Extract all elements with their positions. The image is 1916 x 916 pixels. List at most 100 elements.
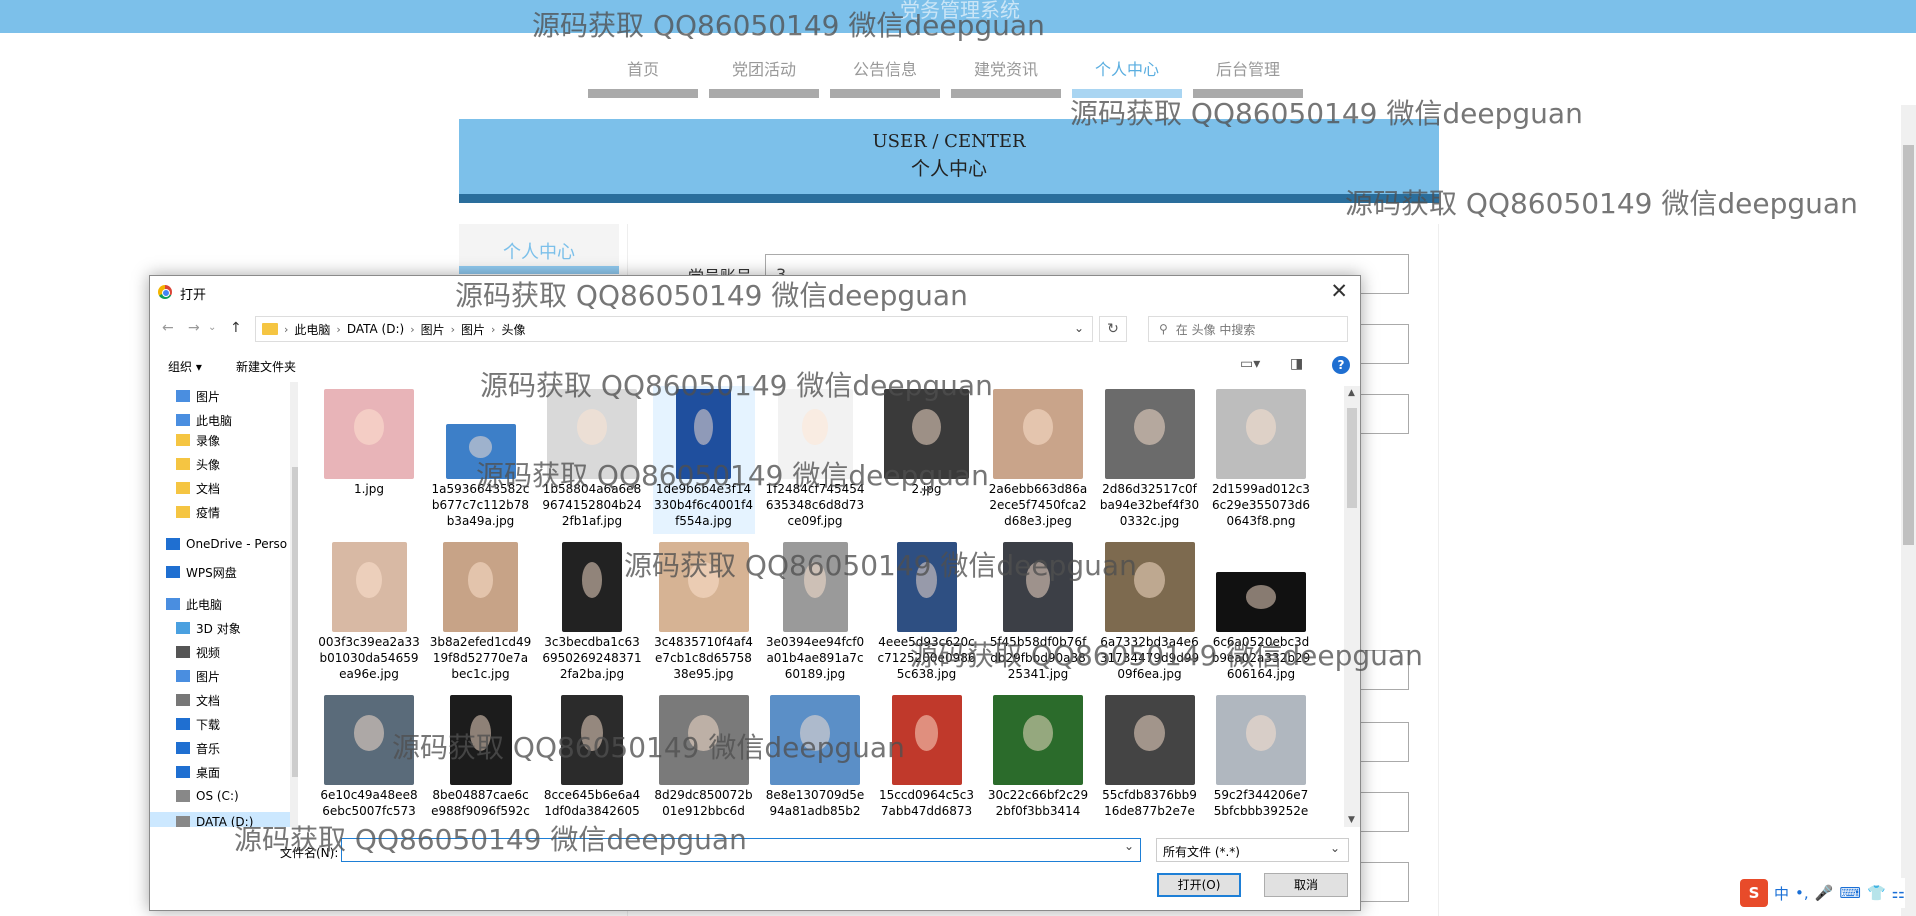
help-icon[interactable]: ? — [1332, 356, 1350, 374]
navpane-item[interactable]: 图片 — [176, 386, 220, 406]
navpane-item[interactable]: 录像 — [176, 430, 220, 450]
navpane-item[interactable]: 此电脑 — [176, 410, 232, 430]
navpane-item[interactable]: 此电脑 — [166, 594, 222, 614]
ime-mic-icon[interactable]: 🎤 — [1815, 884, 1834, 902]
sidebar-item-user-center[interactable]: 个人中心 — [459, 224, 619, 274]
navpane-item[interactable]: OneDrive - Perso — [166, 534, 287, 554]
nav-item-news[interactable]: 建党资讯 — [951, 56, 1061, 98]
file-item[interactable]: 5f45b58df0b76fdb29fbbd90a3825341.jpg — [987, 539, 1089, 687]
file-item[interactable]: 55cfdb8376bb916de877b2e7e — [1099, 692, 1201, 827]
file-item[interactable]: 8be04887cae6ce988f9096f592c — [430, 692, 532, 827]
file-item[interactable]: 2a6ebb663d86a2ece5f7450fca2d68e3.jpeg — [987, 386, 1089, 534]
navpane-item[interactable]: 图片 — [176, 666, 220, 686]
nav-item-notices[interactable]: 公告信息 — [830, 56, 940, 98]
file-thumbnail — [324, 542, 414, 632]
navpane-item[interactable]: 桌面 — [176, 762, 220, 782]
file-item[interactable]: 3b8a2efed1cd4919f8d52770e7abec1c.jpg — [430, 539, 532, 687]
file-item[interactable]: 1a5936643582cb677c7c112b78b3a49a.jpg — [430, 386, 532, 534]
nav-item-admin[interactable]: 后台管理 — [1193, 56, 1303, 98]
navpane-item[interactable]: 音乐 — [176, 738, 220, 758]
file-item[interactable]: 2.jpg — [876, 386, 978, 534]
filename-input[interactable] — [341, 838, 1141, 862]
file-item[interactable]: 3c3becdba1c636950269248371 2fa2ba.jpg — [541, 539, 643, 687]
file-grid-scrollbar-thumb[interactable] — [1347, 408, 1357, 508]
navpane-item[interactable]: 3D 对象 — [176, 618, 241, 638]
recent-dropdown-icon[interactable]: ⌄ — [208, 322, 216, 333]
navpane-scrollbar-thumb[interactable] — [292, 467, 298, 777]
file-item[interactable]: 15ccd0964c5c37abb47dd6873 — [876, 692, 978, 827]
image-icon — [1003, 542, 1073, 632]
nav-item-user-center[interactable]: 个人中心 — [1072, 56, 1182, 98]
filetype-select[interactable]: 所有文件 (*.*) — [1156, 838, 1349, 862]
organize-button[interactable]: 组织 ▾ — [168, 358, 202, 375]
file-name: 1f2484cf745454635348c6d8d73ce09f.jpg — [765, 482, 865, 528]
ime-tools-icon[interactable]: ⚏ — [1892, 884, 1905, 902]
file-item[interactable]: 3e0394ee94fcf0a01b4ae891a7c60189.jpg — [764, 539, 866, 687]
ime-chinese-icon[interactable]: 中 — [1774, 883, 1789, 904]
file-item[interactable]: 1de9b6b4e3f14330b4f6c4001f4f554a.jpg — [652, 386, 755, 534]
scroll-up-icon[interactable]: ▲ — [1348, 388, 1355, 398]
scroll-down-icon[interactable]: ▼ — [1348, 815, 1355, 825]
file-item[interactable]: 8e8e130709d5e94a81adb85b2 — [764, 692, 866, 827]
file-item[interactable]: 1.jpg — [318, 386, 420, 534]
address-bar[interactable]: › 此电脑 › DATA (D:) › 图片 › 图片 › 头像 ⌄ — [255, 316, 1093, 342]
breadcrumb-item[interactable]: 此电脑 — [294, 321, 330, 338]
file-item[interactable]: 2d1599ad012c36c29e355073d60643f8.png — [1210, 386, 1312, 534]
navpane-scrollbar[interactable] — [290, 382, 298, 827]
ime-keyboard-icon[interactable]: ⌨ — [1839, 884, 1861, 902]
search-input[interactable]: ⚲ 在 头像 中搜索 — [1148, 316, 1348, 342]
file-item[interactable]: 1b58804a6a6e89674152804b242fb1af.jpg — [541, 386, 643, 534]
ime-punct-icon[interactable]: •, — [1795, 884, 1809, 902]
file-item[interactable]: 3c4835710f4af4e7cb1c8d6575838e95.jpg — [653, 539, 755, 687]
file-item[interactable]: 59c2f344206e75bfcbbb39252e — [1210, 692, 1312, 827]
nav-item-activities[interactable]: 党团活动 — [709, 56, 819, 98]
navpane-item[interactable]: 下载 — [176, 714, 220, 734]
open-button[interactable]: 打开(O) — [1157, 873, 1241, 897]
nav-item-home[interactable]: 首页 — [588, 56, 698, 98]
navpane-item[interactable]: 文档 — [176, 478, 220, 498]
file-grid-scrollbar[interactable]: ▲ ▼ — [1344, 386, 1360, 827]
file-item[interactable]: 1f2484cf745454635348c6d8d73ce09f.jpg — [764, 386, 866, 534]
breadcrumb-item[interactable]: 图片 — [461, 321, 485, 338]
breadcrumb-item[interactable]: 头像 — [501, 321, 525, 338]
navpane-item[interactable]: OS (C:) — [176, 786, 239, 806]
breadcrumb-item[interactable]: 图片 — [421, 321, 445, 338]
preview-pane-icon[interactable]: ◨ — [1290, 356, 1303, 372]
breadcrumb-item[interactable]: DATA (D:) — [347, 322, 404, 336]
cancel-button[interactable]: 取消 — [1264, 873, 1348, 897]
file-item[interactable]: 30c22c66bf2c292bf0f3bb3414 — [987, 692, 1089, 827]
file-item[interactable]: 003f3c39ea2a33b01030da54659ea96e.jpg — [318, 539, 420, 687]
up-icon[interactable]: ↑ — [230, 320, 242, 336]
forward-icon[interactable]: → — [188, 320, 200, 336]
refresh-icon[interactable]: ↻ — [1099, 316, 1127, 342]
back-icon[interactable]: ← — [162, 320, 174, 336]
file-name: 1a5936643582cb677c7c112b78b3a49a.jpg — [431, 482, 530, 528]
ime-toolbar[interactable]: S 中 •, 🎤 ⌨ 👕 ⚏ — [1740, 878, 1906, 908]
3d-icon — [176, 622, 190, 634]
file-item[interactable]: 4eee5d93c620cc7125200e09865c638.jpg — [876, 539, 978, 687]
navpane-item[interactable]: 视频 — [176, 642, 220, 662]
file-item[interactable]: 8cce645b6e6a41df0da3842605 — [541, 692, 643, 827]
page-scrollbar-thumb[interactable] — [1903, 145, 1914, 545]
dialog-titlebar[interactable]: 打开 ✕ — [150, 276, 1360, 308]
page-scrollbar[interactable] — [1901, 105, 1916, 916]
chevron-down-icon[interactable]: ⌄ — [1074, 321, 1084, 335]
navpane-item[interactable]: 文档 — [176, 690, 220, 710]
file-item[interactable]: 6e10c49a48ee86ebc5007fc573 — [318, 692, 420, 827]
new-folder-button[interactable]: 新建文件夹 — [236, 358, 296, 375]
close-icon[interactable]: ✕ — [1330, 279, 1348, 303]
view-options-icon[interactable]: ▭▾ — [1240, 356, 1260, 372]
file-item[interactable]: 8d29dc850072b01e912bbc6d — [653, 692, 755, 827]
app-root: { "app": {"title": "党务管理系统"}, "nav": [ {… — [0, 0, 1916, 916]
chevron-right-icon: › — [491, 322, 496, 336]
file-name: 3e0394ee94fcf0a01b4ae891a7c60189.jpg — [765, 635, 865, 681]
file-item[interactable]: 6c6a0520ebc3db9ea02a332b29606164.jpg — [1210, 539, 1312, 687]
navpane-item[interactable]: 疫情 — [176, 502, 220, 522]
navpane-item[interactable]: 头像 — [176, 454, 220, 474]
navpane-item[interactable]: DATA (D:) — [176, 812, 253, 827]
file-item[interactable]: 2d86d32517c0fba94e32bef4f300332c.jpg — [1099, 386, 1201, 534]
file-item[interactable]: 6a7332bd3a4e631734479d9d9909f6ea.jpg — [1099, 539, 1201, 687]
image-icon — [896, 542, 957, 632]
ime-skin-icon[interactable]: 👕 — [1867, 884, 1886, 902]
navpane-item[interactable]: WPS网盘 — [166, 562, 237, 582]
